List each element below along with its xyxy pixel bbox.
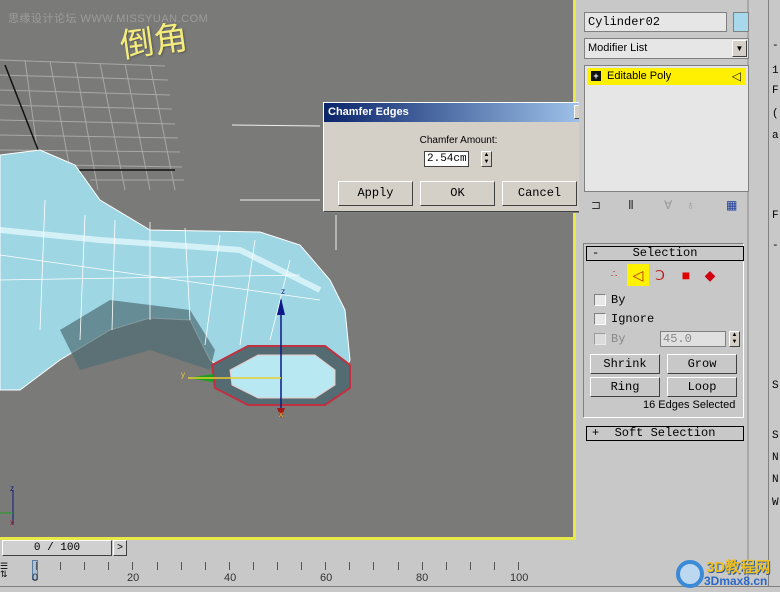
track-tick	[108, 562, 110, 570]
tick-label: 80	[416, 572, 429, 584]
ok-button[interactable]: OK	[420, 181, 495, 206]
command-panel: Cylinder02 Modifier List ▼ + Editable Po…	[579, 0, 749, 592]
chamfer-amount-label: Chamfer Amount:	[419, 135, 498, 146]
modifier-list-dropdown[interactable]: Modifier List ▼	[584, 38, 749, 59]
status-bar	[0, 586, 780, 592]
tick-label: 0	[32, 572, 39, 584]
handwritten-annotation: 倒角	[117, 17, 191, 67]
tick-label: 60	[320, 572, 333, 584]
stack-toolbar: ⊐ Ⅱ ∀ ♁ ▦	[591, 198, 746, 216]
track-tick	[518, 562, 519, 570]
tick-label: 20	[127, 572, 140, 584]
track-tick	[373, 562, 375, 570]
cancel-button[interactable]: Cancel	[502, 181, 577, 206]
dialog-title: Chamfer Edges	[328, 106, 409, 118]
remove-modifier-icon[interactable]: ♁	[686, 198, 695, 212]
logo-swirl-icon	[676, 560, 704, 588]
angle-input[interactable]: 45.0	[660, 331, 726, 347]
secondary-panel-edge: - 1 F ( a F - S S N N W	[768, 0, 780, 592]
next-frame-button[interactable]: >	[113, 540, 127, 556]
track-tick	[36, 562, 37, 570]
track-tick	[325, 562, 327, 570]
ring-button[interactable]: Ring	[590, 377, 660, 397]
selection-rollout-header[interactable]: - Selection	[586, 246, 744, 261]
track-bar[interactable]: ☰ ⇅ 0 20 40 60 80 100	[0, 558, 580, 586]
soft-selection-rollout-header[interactable]: + Soft Selection	[586, 426, 744, 441]
track-tick	[60, 562, 62, 570]
expand-icon[interactable]: +	[591, 71, 601, 81]
track-tick	[228, 562, 230, 570]
chamfer-amount-input[interactable]: 2.54cm	[424, 151, 469, 167]
shrink-button[interactable]: Shrink	[590, 354, 660, 374]
tripod-z-label: z	[10, 484, 14, 493]
track-tick	[132, 562, 134, 570]
modifier-stack: + Editable Poly ◁	[584, 65, 749, 192]
track-tick	[349, 562, 351, 570]
track-tick	[180, 562, 182, 570]
time-slider[interactable]: 0 / 100	[2, 540, 112, 556]
by-vertex-label: By	[611, 293, 626, 307]
pin-stack-icon[interactable]: ⊐	[591, 198, 601, 212]
stack-item-label: Editable Poly	[607, 70, 672, 82]
edge-subobject-icon: ◁	[731, 69, 741, 83]
track-tick	[204, 562, 206, 570]
track-tick	[277, 562, 278, 570]
tick-label: 100	[510, 572, 529, 584]
grid-axis-line	[4, 64, 43, 161]
polygon-level-icon[interactable]: ■	[675, 264, 697, 286]
track-tick	[397, 562, 399, 570]
track-tick	[421, 562, 423, 570]
track-tick	[252, 562, 254, 570]
dialog-title-bar[interactable]: Chamfer Edges ×	[324, 103, 593, 122]
edge-level-icon[interactable]: ◁	[627, 264, 649, 286]
chevron-down-icon[interactable]: ▼	[732, 40, 747, 57]
gizmo-y-label: y	[181, 370, 185, 379]
tripod-x-label: x	[10, 518, 14, 527]
gizmo-z-label: z	[281, 287, 285, 296]
grow-button[interactable]: Grow	[667, 354, 737, 374]
stack-item-editable-poly[interactable]: + Editable Poly ◁	[587, 68, 746, 85]
tick-label: 40	[224, 572, 237, 584]
object-name-field[interactable]: Cylinder02	[584, 12, 727, 32]
site-logo: 3D教程网 3Dmax8.cn	[676, 556, 780, 590]
gizmo-x-label: x	[279, 410, 283, 419]
selection-status: 16 Edges Selected	[643, 399, 736, 411]
track-tick	[301, 562, 303, 570]
element-level-icon[interactable]: ◆	[699, 264, 721, 286]
show-end-result-icon[interactable]: Ⅱ	[628, 198, 634, 212]
by-angle-checkbox[interactable]	[594, 333, 606, 345]
make-unique-icon[interactable]: ∀	[664, 198, 672, 212]
object-color-swatch[interactable]	[733, 12, 749, 32]
angle-spinner[interactable]: ▲ ▼	[729, 331, 740, 347]
ignore-backfacing-checkbox[interactable]	[594, 313, 606, 325]
by-vertex-checkbox[interactable]	[594, 294, 606, 306]
viewport-scene	[0, 59, 351, 525]
border-level-icon[interactable]: Ↄ	[649, 264, 671, 286]
perspective-viewport[interactable]: 思缘设计论坛 WWW.MISSYUAN.COM 倒角 z y x z x	[0, 0, 576, 540]
track-bar-toggle-icon[interactable]: ☰ ⇅	[0, 562, 14, 579]
chamfer-amount-spinner[interactable]: ▲ ▼	[481, 151, 492, 167]
track-tick	[469, 562, 471, 570]
loop-button[interactable]: Loop	[667, 377, 737, 397]
time-slider-bar: 0 / 100 >	[0, 540, 576, 558]
track-tick	[84, 562, 86, 570]
by-angle-label: By	[611, 332, 626, 346]
track-tick	[493, 562, 495, 570]
track-tick	[156, 562, 158, 570]
modifier-list-label: Modifier List	[588, 42, 648, 54]
ignore-backfacing-label: Ignore	[611, 312, 655, 326]
track-tick	[445, 562, 447, 570]
chamfer-edges-dialog: Chamfer Edges × Chamfer Amount: 2.54cm ▲…	[323, 102, 594, 212]
vertex-level-icon[interactable]: ∴	[603, 264, 625, 286]
apply-button[interactable]: Apply	[338, 181, 413, 206]
configure-modifier-sets-icon[interactable]: ▦	[726, 198, 737, 212]
